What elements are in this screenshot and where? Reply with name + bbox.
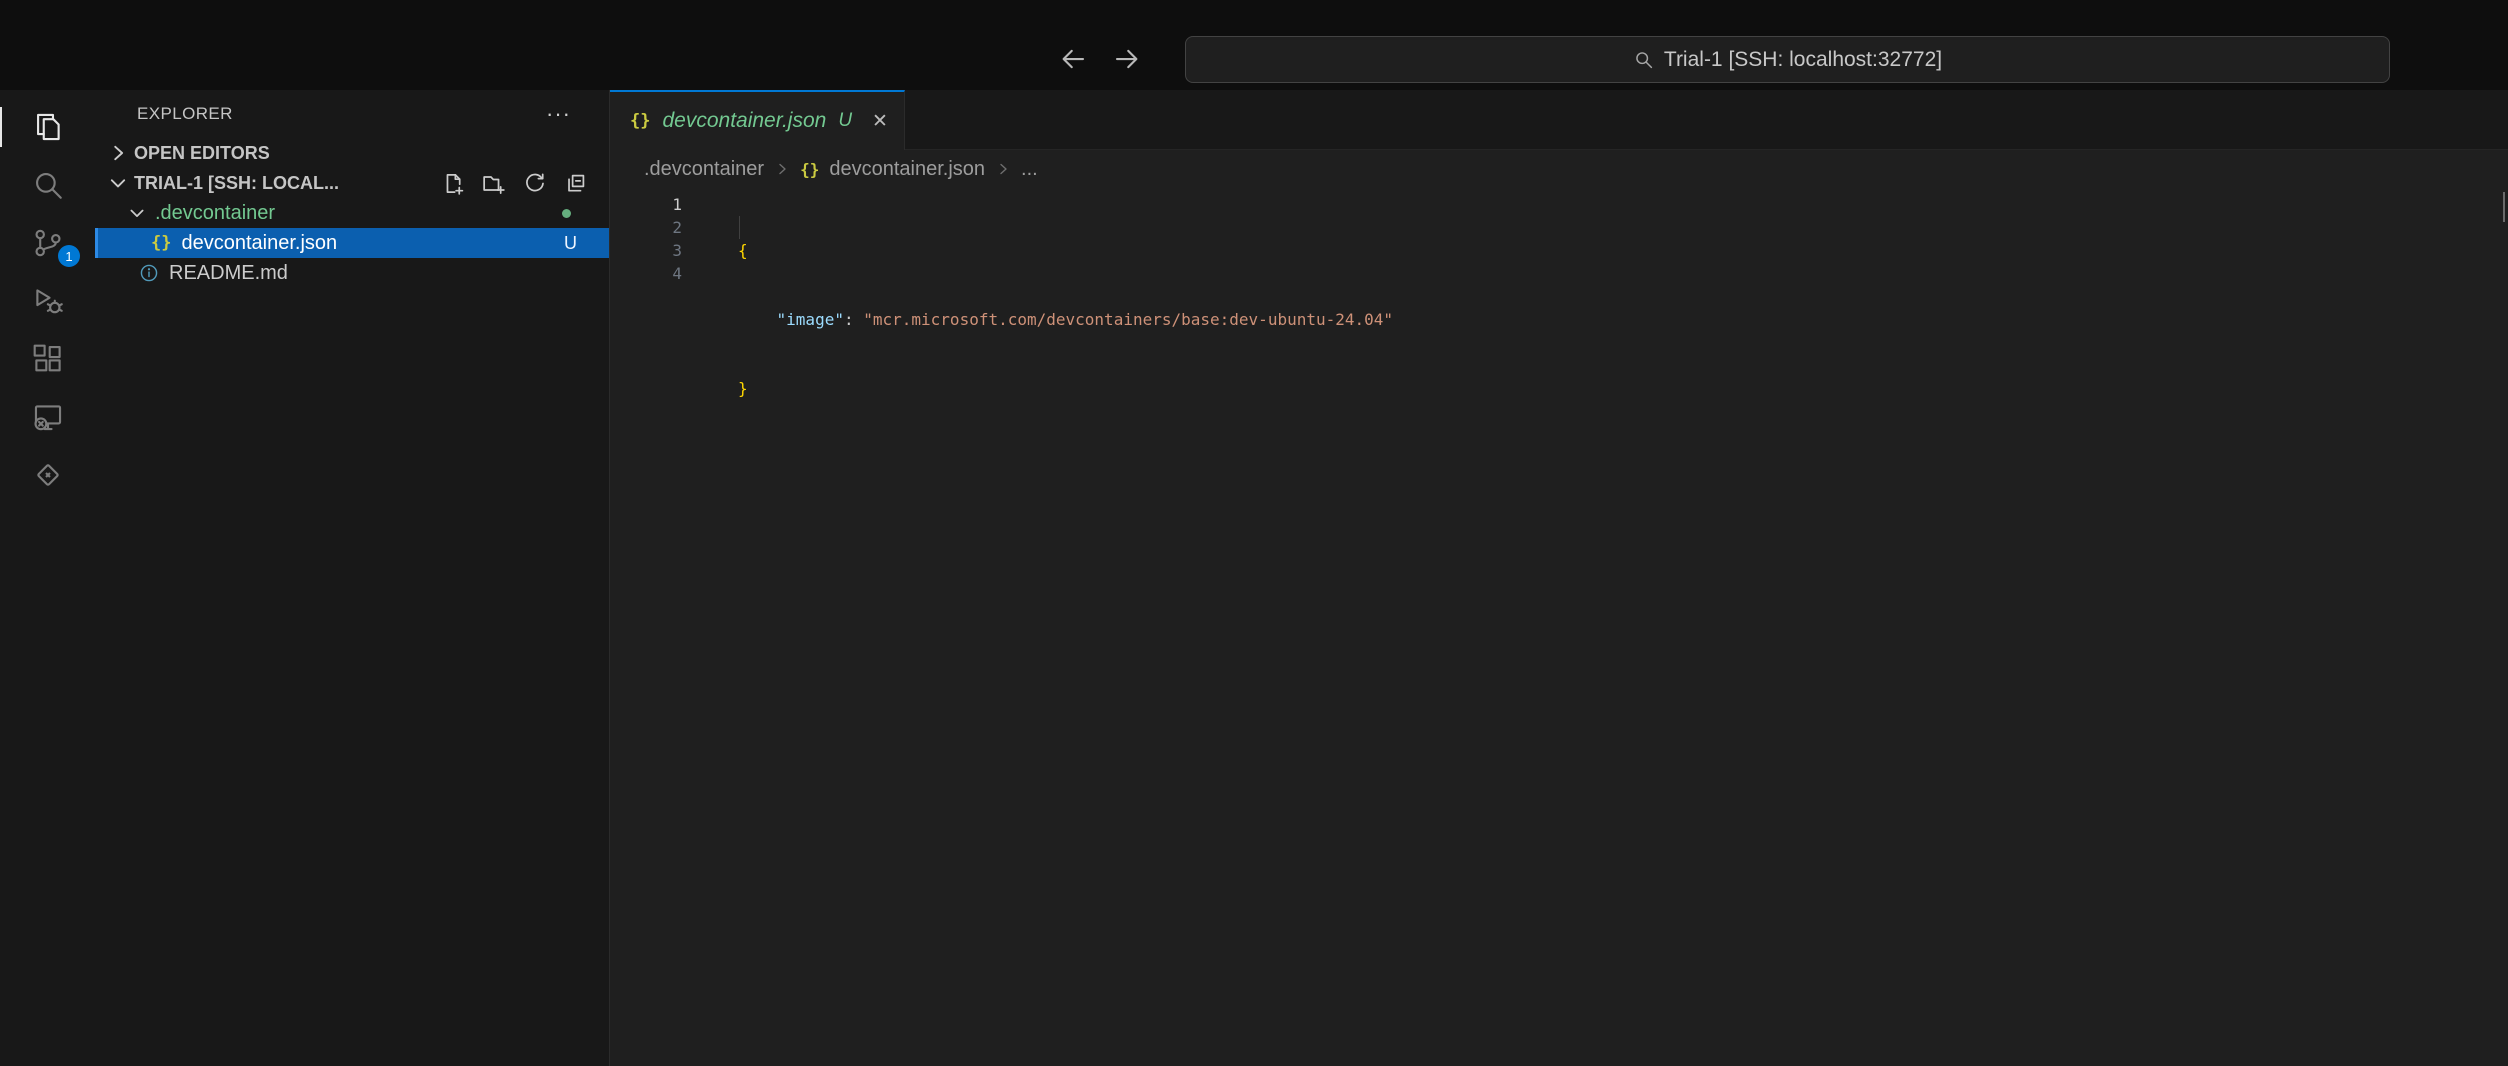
- line-number: 4: [610, 262, 682, 285]
- line-number-gutter: 1 2 3 4: [610, 193, 712, 1066]
- explorer-title: EXPLORER: [137, 104, 233, 124]
- collapse-all-button[interactable]: [563, 171, 587, 195]
- file-tree: .devcontainer {} devcontainer.json U REA…: [95, 198, 609, 288]
- json-file-icon: {}: [151, 233, 171, 253]
- activity-bar: 1: [0, 90, 95, 1066]
- arrow-right-icon: [1112, 44, 1142, 74]
- code-line: {: [738, 239, 2508, 262]
- tree-item-readme-md[interactable]: README.md: [95, 258, 609, 288]
- breadcrumb-symbol-more[interactable]: ...: [1021, 158, 1038, 181]
- source-control-badge: 1: [58, 245, 80, 267]
- close-brace-token: }: [738, 379, 748, 398]
- activity-item-run-debug[interactable]: [0, 272, 95, 330]
- activity-item-remote-explorer[interactable]: [0, 388, 95, 446]
- refresh-button[interactable]: [522, 171, 546, 195]
- file-label: devcontainer.json: [181, 232, 337, 255]
- indent-guide: [739, 216, 740, 239]
- line-number: 2: [610, 216, 682, 239]
- activity-item-explorer[interactable]: [0, 98, 95, 156]
- json-string-token: "mcr.microsoft.com/devcontainers/base:de…: [863, 310, 1393, 329]
- tab-bar: {} devcontainer.json U ✕: [610, 90, 2508, 150]
- extensions-icon: [31, 342, 65, 376]
- chevron-down-icon: [127, 203, 147, 223]
- search-icon: [1633, 49, 1654, 70]
- forward-button[interactable]: [1112, 44, 1142, 74]
- back-button[interactable]: [1058, 44, 1088, 74]
- remote-explorer-icon: [31, 400, 65, 434]
- new-file-button[interactable]: [440, 171, 464, 195]
- remote-targets-icon-item[interactable]: [0, 446, 95, 504]
- indent: [738, 310, 777, 329]
- new-folder-button[interactable]: [481, 171, 505, 195]
- json-file-icon: {}: [630, 111, 650, 131]
- code-line: }: [738, 377, 2508, 400]
- code-editor[interactable]: 1 2 3 4 { "image": "mcr.microsoft.com/de…: [610, 188, 2508, 1066]
- breadcrumb-folder[interactable]: .devcontainer: [644, 158, 764, 181]
- open-brace-token: {: [738, 241, 748, 260]
- command-center[interactable]: Trial-1 [SSH: localhost:32772]: [1185, 36, 2390, 83]
- folder-label: .devcontainer: [155, 202, 275, 225]
- run-debug-icon: [31, 284, 65, 318]
- open-editors-section[interactable]: OPEN EDITORS: [95, 138, 609, 168]
- line-number: 1: [610, 193, 682, 216]
- explorer-toolbar: [440, 171, 609, 195]
- workspace-section[interactable]: TRIAL-1 [SSH: LOCAL...: [95, 168, 609, 198]
- tab-untracked-badge: U: [838, 110, 852, 132]
- chevron-right-icon: [774, 161, 790, 177]
- close-tab-button[interactable]: ✕: [872, 110, 888, 133]
- activity-item-source-control[interactable]: 1: [0, 214, 95, 272]
- json-key-token: "image": [777, 310, 844, 329]
- command-center-label: Trial-1 [SSH: localhost:32772]: [1664, 48, 1942, 72]
- activity-item-extensions[interactable]: [0, 330, 95, 388]
- search-icon: [31, 168, 65, 202]
- chevron-right-icon: [995, 161, 1011, 177]
- history-navigation: [1058, 44, 1142, 74]
- files-icon: [31, 110, 65, 144]
- tab-label: devcontainer.json: [662, 109, 826, 133]
- scrollbar-decoration[interactable]: [2503, 192, 2505, 222]
- untracked-indicator-dot: [562, 209, 571, 218]
- editor-group: {} devcontainer.json U ✕ .devcontainer {…: [610, 90, 2508, 1066]
- more-actions-button[interactable]: ···: [546, 103, 571, 125]
- breadcrumbs: .devcontainer {} devcontainer.json ...: [610, 150, 2508, 188]
- remote-targets-diamond-icon: [31, 458, 65, 492]
- json-file-icon: {}: [800, 160, 819, 179]
- arrow-left-icon: [1058, 44, 1088, 74]
- explorer-sidebar: EXPLORER ··· OPEN EDITORS TRIAL-1 [SSH: …: [95, 90, 610, 1066]
- git-untracked-badge: U: [564, 233, 577, 254]
- chevron-down-icon: [107, 172, 129, 194]
- code-lines: { "image": "mcr.microsoft.com/devcontain…: [712, 193, 2508, 1066]
- breadcrumb-file[interactable]: devcontainer.json: [829, 158, 985, 181]
- explorer-header: EXPLORER ···: [95, 90, 609, 138]
- activity-item-search[interactable]: [0, 156, 95, 214]
- chevron-right-icon: [107, 142, 129, 164]
- code-line: [738, 446, 2508, 469]
- tree-item-devcontainer-json[interactable]: {} devcontainer.json U: [95, 228, 609, 258]
- titlebar: Trial-1 [SSH: localhost:32772]: [0, 0, 2508, 90]
- workspace-label: TRIAL-1 [SSH: LOCAL...: [134, 173, 339, 194]
- colon-token: :: [844, 310, 863, 329]
- tab-devcontainer-json[interactable]: {} devcontainer.json U ✕: [610, 90, 905, 150]
- tree-item-devcontainer-folder[interactable]: .devcontainer: [95, 198, 609, 228]
- vscode-window: { "titlebar": { "command_center_text": "…: [0, 0, 2508, 1066]
- open-editors-label: OPEN EDITORS: [134, 143, 270, 164]
- file-label: README.md: [169, 262, 288, 285]
- line-number: 3: [610, 239, 682, 262]
- info-icon: [139, 263, 159, 283]
- code-line: "image": "mcr.microsoft.com/devcontainer…: [738, 308, 2508, 331]
